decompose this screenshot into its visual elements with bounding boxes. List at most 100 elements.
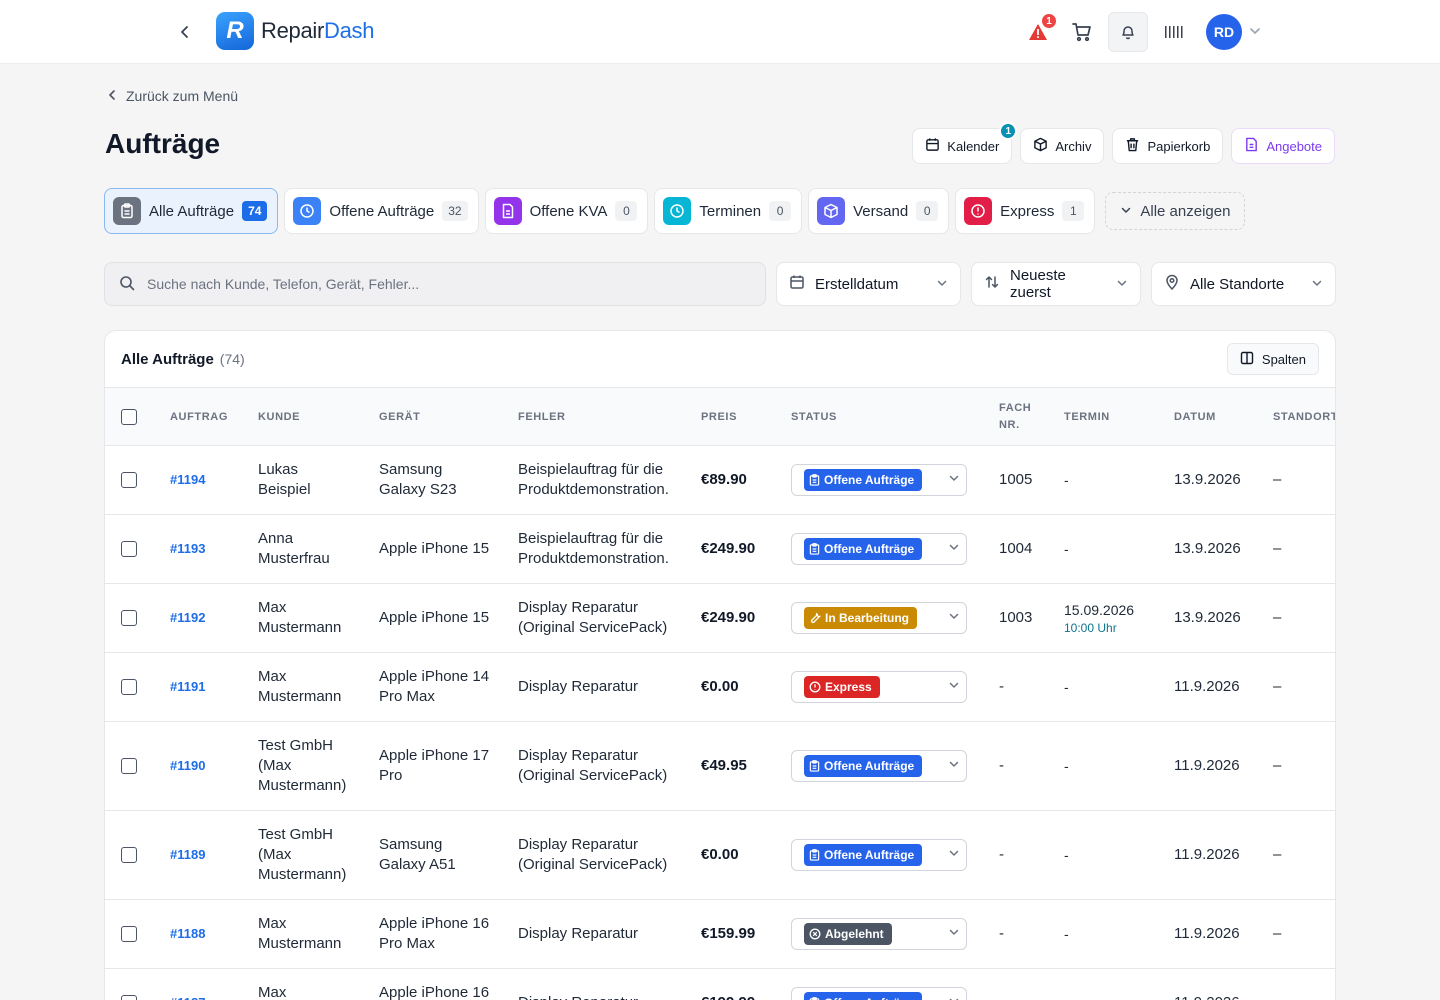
x-circle-icon	[809, 928, 821, 940]
row-checkbox[interactable]	[121, 610, 137, 626]
status-select[interactable]: Express	[791, 653, 967, 721]
avatar[interactable]: RD	[1206, 14, 1242, 50]
row-checkbox[interactable]	[121, 472, 137, 488]
price: €249.90	[701, 540, 756, 557]
calendar-button[interactable]: Kalender 1	[912, 122, 1018, 164]
back-arrow-icon[interactable]	[175, 22, 195, 42]
tab-express[interactable]: Express 1	[955, 188, 1096, 234]
row-checkbox[interactable]	[121, 758, 137, 774]
column-device[interactable]: GERÄT	[379, 388, 421, 446]
archive-button[interactable]: Archiv	[1020, 128, 1105, 164]
status-select[interactable]: Abgelehnt	[791, 900, 967, 968]
order-link[interactable]: #1192	[170, 584, 205, 652]
status-badge: Offene Aufträge	[804, 755, 923, 777]
column-location[interactable]: STANDORT	[1273, 388, 1335, 446]
device-name: Apple iPhone 16 Pro Max	[379, 915, 490, 952]
tab-appointments[interactable]: Terminen 0	[654, 188, 803, 234]
column-price[interactable]: PREIS	[701, 388, 737, 446]
row-checkbox[interactable]	[121, 847, 137, 863]
order-link[interactable]: #1188	[170, 900, 205, 968]
tab-label: Offene Aufträge	[329, 202, 435, 220]
date: 11.9.2026	[1174, 846, 1240, 863]
order-link[interactable]: #1187	[170, 969, 205, 1000]
location-select[interactable]: Alle Standorte	[1151, 262, 1336, 306]
bell-icon[interactable]	[1108, 12, 1148, 52]
customer-name: Lukas Beispiel	[258, 461, 311, 498]
tab-all-orders[interactable]: Alle Aufträge 74	[104, 188, 279, 234]
appointment: -	[1064, 541, 1069, 557]
column-customer[interactable]: KUNDE	[258, 388, 300, 446]
status-select[interactable]: Offene Aufträge	[791, 969, 967, 1000]
order-link[interactable]: #1190	[170, 722, 205, 810]
issue-text: Beispielauftrag für die Produktdemonstrat…	[518, 530, 669, 567]
logo-icon[interactable]: R	[216, 12, 254, 50]
row-checkbox[interactable]	[121, 679, 137, 695]
status-select[interactable]: Offene Aufträge	[791, 722, 967, 810]
barcode-icon[interactable]	[1154, 12, 1194, 52]
cart-icon[interactable]	[1062, 12, 1102, 52]
status-select[interactable]: Offene Aufträge	[791, 811, 967, 899]
status-select[interactable]: In Bearbeitung	[791, 584, 967, 652]
table-row[interactable]: #1191 Max Mustermann Apple iPhone 14 Pro M…	[105, 653, 1335, 722]
page-title: Aufträge	[105, 128, 221, 159]
trash-button[interactable]: Papierkorb	[1112, 128, 1224, 164]
tab-label: Offene KVA	[529, 202, 608, 220]
table-row[interactable]: #1193 Anna Musterfrau Apple iPhone 15 Bei…	[105, 515, 1335, 584]
column-status[interactable]: STATUS	[791, 388, 837, 446]
sort-select[interactable]: Neueste zuerst	[971, 262, 1141, 306]
order-link[interactable]: #1191	[170, 653, 205, 721]
status-select[interactable]: Offene Aufträge	[791, 446, 967, 514]
columns-button[interactable]: Spalten	[1226, 343, 1319, 375]
location: –	[1273, 846, 1282, 863]
search-icon	[119, 275, 135, 294]
show-all-tabs-button[interactable]: Alle anzeigen	[1105, 192, 1246, 230]
appointment: 15.09.2026 10:00 Uhr	[1064, 602, 1135, 635]
table-head: AUFTRAG KUNDE GERÄT FEHLER PREIS STATUS …	[105, 388, 1335, 446]
tab-label: Alle Aufträge	[149, 202, 235, 220]
table-row[interactable]: #1189 Test GmbH (Max Mustermann) Samsung Ga…	[105, 811, 1335, 900]
bin-number: 1005	[999, 471, 1033, 488]
column-order[interactable]: AUFTRAG	[170, 388, 228, 446]
status-tabs: Alle Aufträge 74 Offene Aufträge 32 Offe…	[104, 188, 1246, 234]
tab-count: 0	[769, 201, 792, 221]
tab-shipping[interactable]: Versand 0	[808, 188, 950, 234]
back-to-menu-link[interactable]: Zurück zum Menü	[106, 88, 238, 104]
table-row[interactable]: #1192 Max Mustermann Apple iPhone 15 Disp…	[105, 584, 1335, 653]
search-input[interactable]	[147, 276, 751, 292]
row-checkbox[interactable]	[121, 541, 137, 557]
brand-name[interactable]: RepairDash	[261, 18, 374, 44]
column-bin[interactable]: FACH NR.	[999, 388, 1031, 446]
column-issue[interactable]: FEHLER	[518, 388, 566, 446]
order-link[interactable]: #1194	[170, 446, 205, 514]
row-checkbox[interactable]	[121, 995, 137, 1000]
device-name: Apple iPhone 15	[379, 540, 490, 557]
tab-open-kva[interactable]: Offene KVA 0	[484, 188, 649, 234]
status-badge: Offene Aufträge	[804, 469, 923, 491]
offers-button[interactable]: Angebote	[1231, 128, 1335, 164]
chevron-down-icon	[948, 756, 960, 776]
column-appointment[interactable]: TERMIN	[1064, 388, 1110, 446]
chevron-down-icon[interactable]	[1248, 24, 1262, 41]
date: 11.9.2026	[1174, 678, 1240, 695]
row-checkbox[interactable]	[121, 926, 137, 942]
tab-open-orders[interactable]: Offene Aufträge 32	[284, 188, 479, 234]
bin-number: -	[999, 757, 1004, 774]
status-select[interactable]: Offene Aufträge	[791, 515, 967, 583]
issue-text: Display Reparatur (Original ServicePack)	[518, 747, 668, 784]
table-row[interactable]: #1187 MaxMustermann Apple iPhone 16Pro D…	[105, 969, 1335, 1000]
chevron-down-icon	[948, 677, 960, 697]
select-all-checkbox[interactable]	[121, 409, 137, 425]
table-row[interactable]: #1194 Lukas Beispiel Samsung Galaxy S23 Be…	[105, 446, 1335, 515]
column-date[interactable]: DATUM	[1174, 388, 1216, 446]
tab-label: Versand	[853, 202, 909, 220]
table-header-bar: Alle Aufträge (74) Spalten	[105, 331, 1335, 388]
search-bar[interactable]	[104, 262, 766, 306]
date-filter-select[interactable]: Erstelldatum	[776, 262, 961, 306]
chevron-down-icon	[948, 470, 960, 490]
table-row[interactable]: #1188 Max Mustermann Apple iPhone 16 Pro M…	[105, 900, 1335, 969]
document-icon	[1244, 137, 1259, 155]
order-link[interactable]: #1193	[170, 515, 205, 583]
calendar-icon	[925, 137, 940, 155]
order-link[interactable]: #1189	[170, 811, 205, 899]
table-row[interactable]: #1190 Test GmbH (Max Mustermann) Apple iPh…	[105, 722, 1335, 811]
